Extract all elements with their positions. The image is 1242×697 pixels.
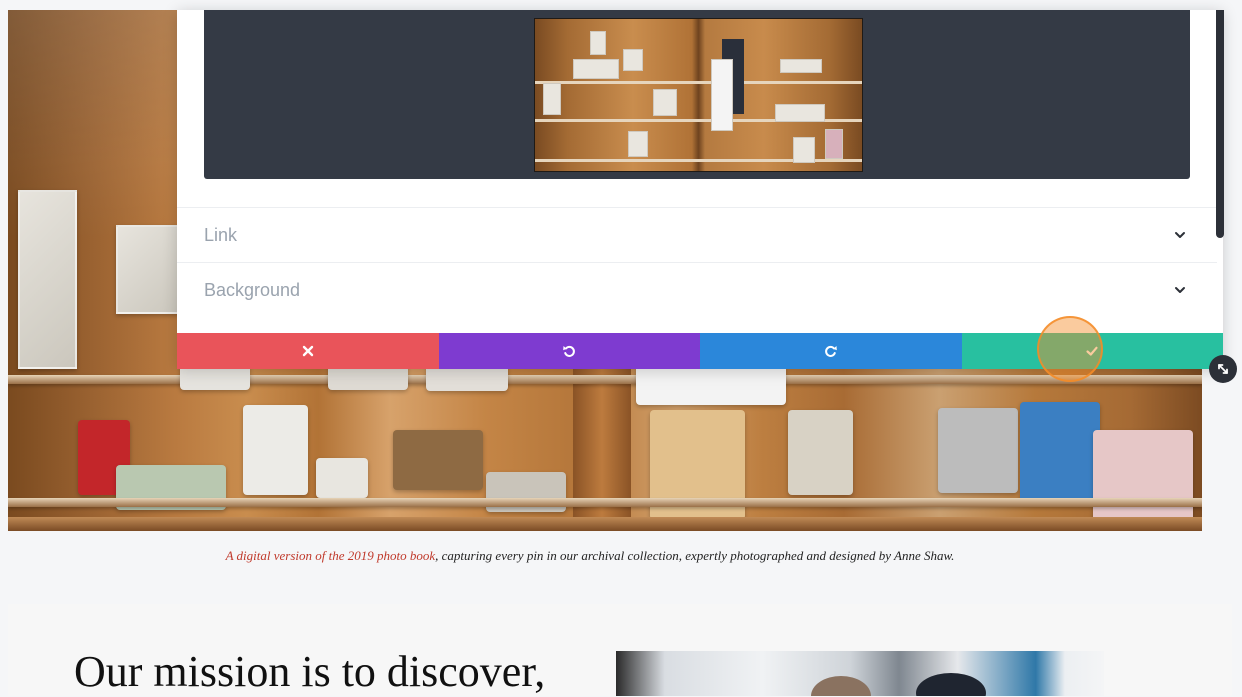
link-section[interactable]: Link: [177, 207, 1217, 262]
framed-poster: [18, 190, 77, 369]
resize-icon: [1218, 364, 1228, 374]
chevron-down-icon[interactable]: [1173, 283, 1187, 297]
photo-caption: A digital version of the 2019 photo book…: [0, 548, 1180, 564]
photo-book-link[interactable]: A digital version of the 2019 photo book: [226, 548, 436, 563]
resize-handle[interactable]: [1209, 355, 1237, 383]
mission-photo: [616, 651, 1104, 696]
mission-section: Our mission is to discover,: [8, 604, 1232, 696]
panel-scrollbar[interactable]: [1216, 10, 1224, 238]
undo-icon: [563, 345, 576, 357]
lower-shelf: [8, 498, 1202, 507]
caption-text: , capturing every pin in our archival co…: [435, 548, 955, 563]
undo-button[interactable]: [438, 333, 700, 369]
link-section-label: Link: [204, 225, 238, 245]
check-icon: [1086, 346, 1098, 356]
background-section-label: Background: [204, 280, 301, 300]
redo-icon: [824, 345, 837, 357]
chevron-down-icon[interactable]: [1173, 228, 1187, 242]
image-preview: [204, 10, 1190, 179]
redo-button[interactable]: [700, 333, 962, 369]
framed-notice: [116, 225, 180, 314]
settings-toolbar: [177, 333, 1223, 369]
background-section[interactable]: Background: [177, 262, 1217, 317]
cancel-button[interactable]: [177, 333, 439, 369]
mission-heading: Our mission is to discover,: [74, 647, 546, 696]
close-icon: [302, 345, 313, 357]
preview-image: [534, 18, 863, 172]
module-settings-panel: Link Background: [177, 10, 1223, 369]
save-button[interactable]: [961, 333, 1223, 369]
